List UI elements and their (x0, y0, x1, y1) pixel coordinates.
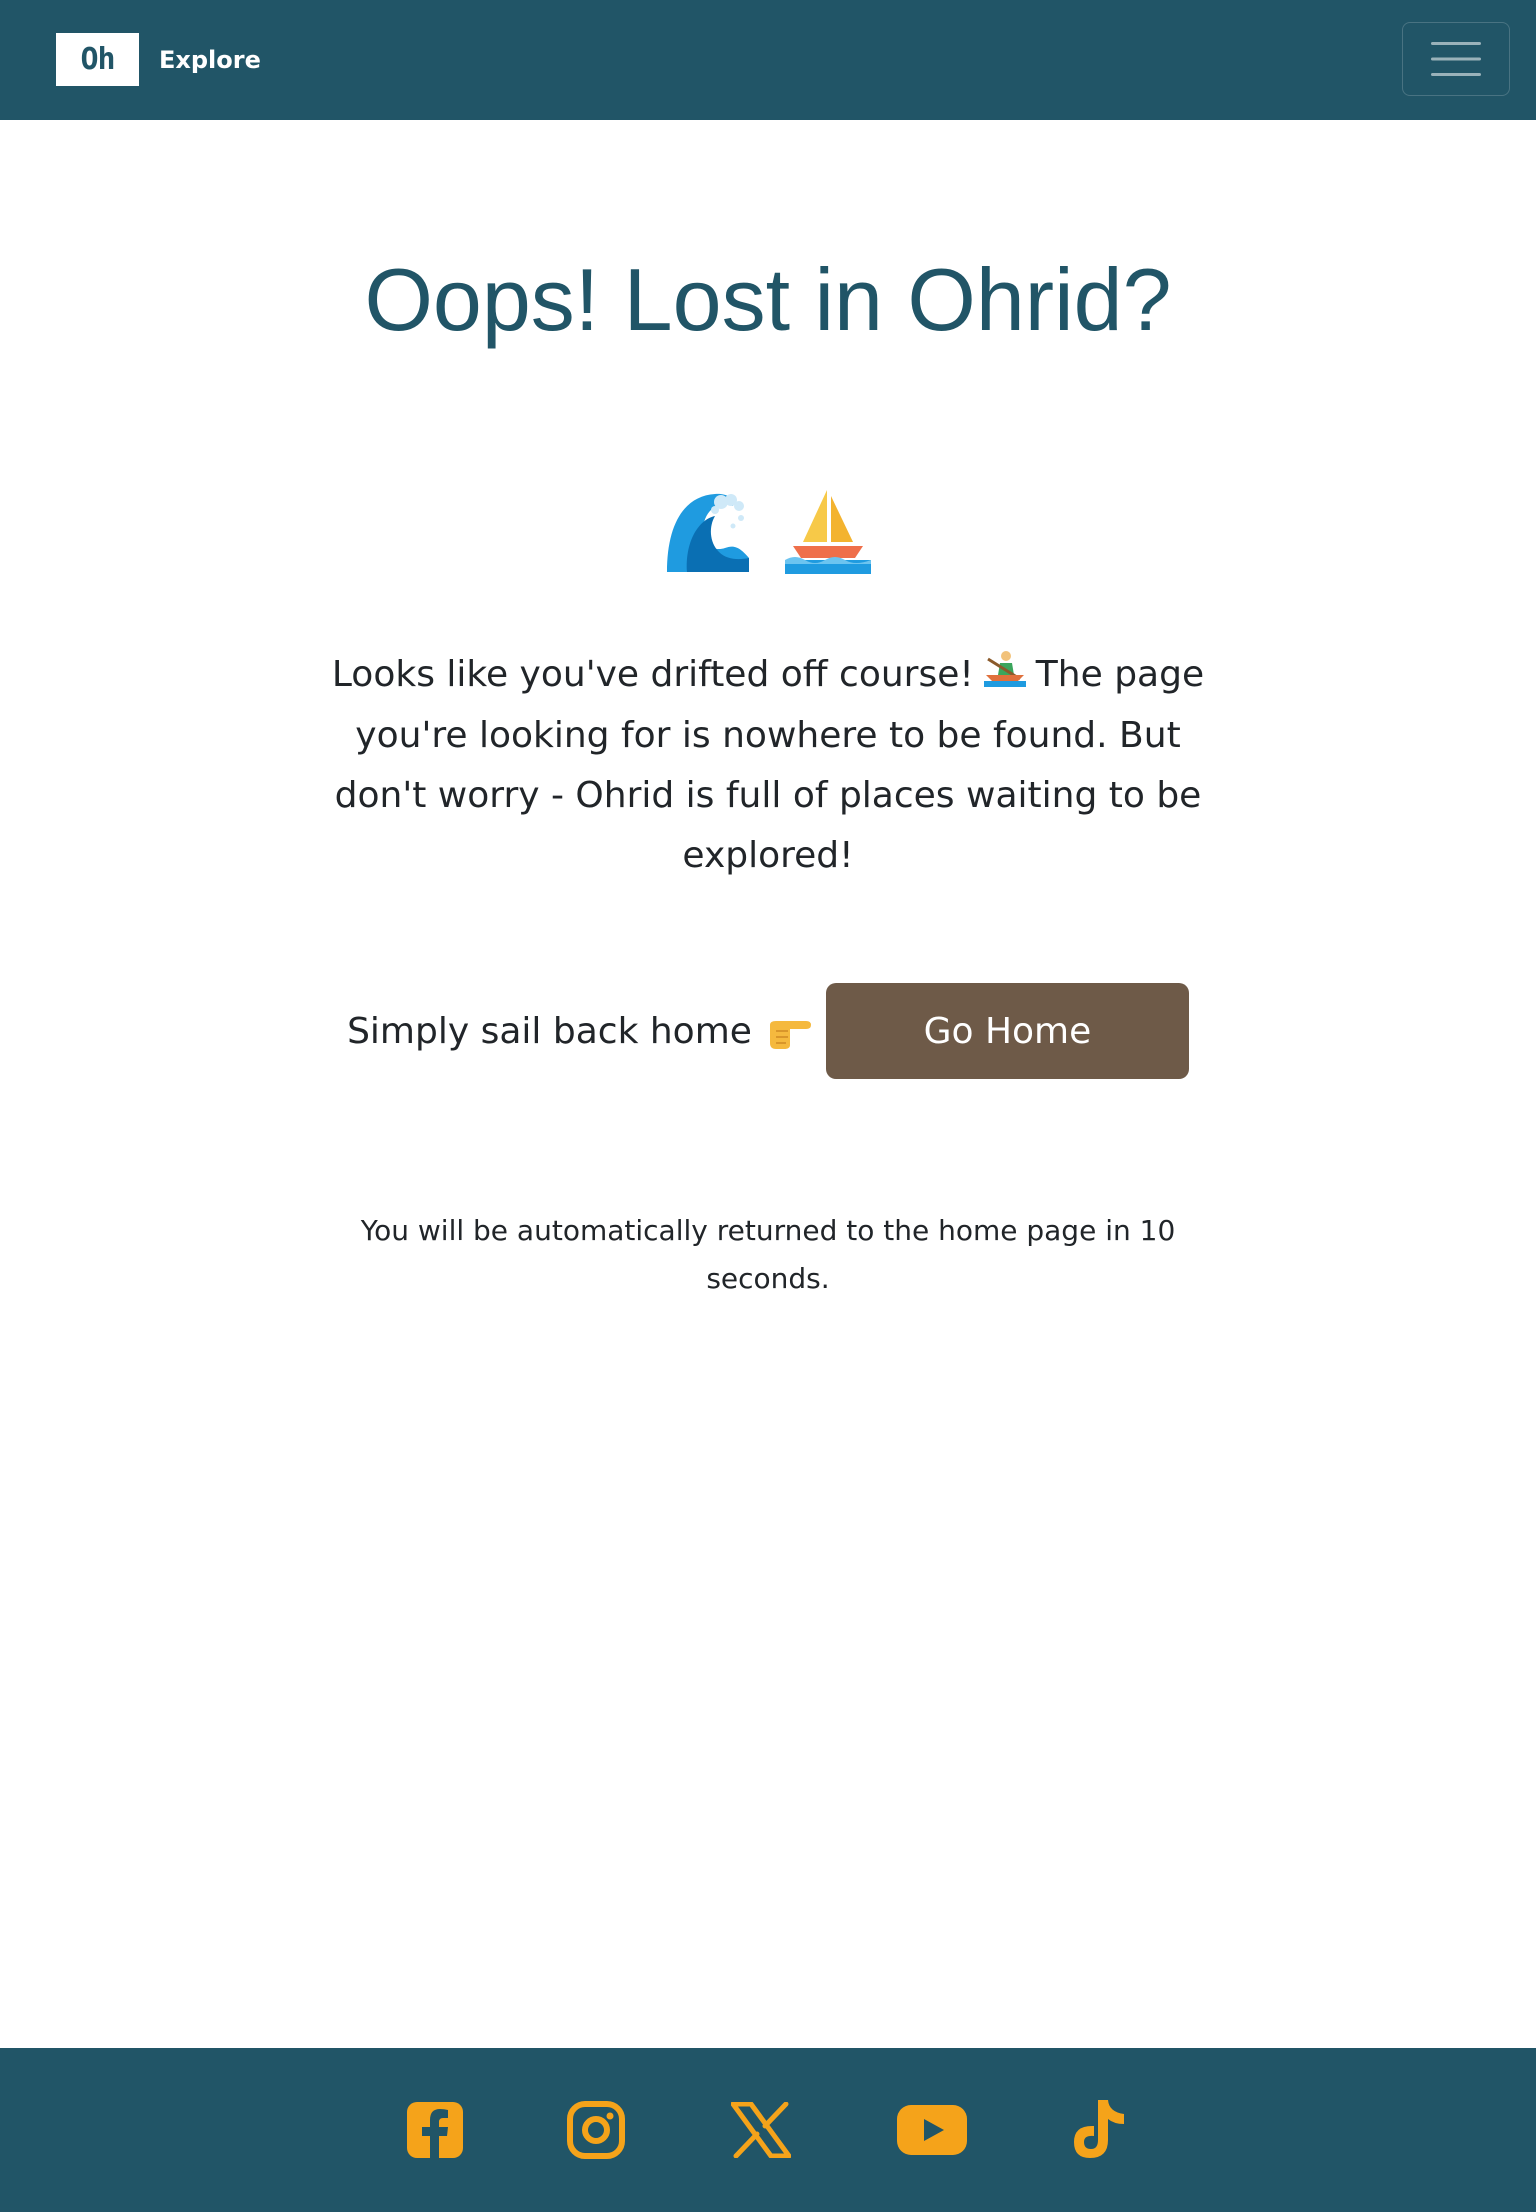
x-link[interactable] (726, 2095, 796, 2165)
brand-label: Explore (159, 45, 261, 74)
tiktok-link[interactable] (1063, 2095, 1133, 2165)
wave-icon (667, 493, 749, 572)
cta-row: Simply sail back home Go Home (0, 983, 1536, 1079)
menu-toggle-button[interactable] (1402, 22, 1510, 96)
youtube-link[interactable] (897, 2095, 967, 2165)
title-emoji-row (0, 486, 1536, 576)
redirect-note: You will be automatically returned to th… (360, 1214, 1176, 1295)
facebook-icon (407, 2102, 463, 2158)
top-navbar: Oh Explore (0, 0, 1536, 120)
tiktok-icon (1074, 2100, 1124, 2158)
sailboat-icon (785, 490, 871, 574)
youtube-icon (897, 2105, 967, 2155)
intro-paragraph: Looks like you've drifted off course! Th… (310, 645, 1226, 886)
brand-link[interactable]: Oh Explore (56, 33, 261, 86)
rowboat-icon (983, 646, 1026, 706)
facebook-link[interactable] (400, 2095, 470, 2165)
x-icon (731, 2102, 791, 2158)
pointing-right-icon (769, 1021, 811, 1049)
go-home-button[interactable]: Go Home (825, 983, 1189, 1079)
brand-logo: Oh (56, 33, 139, 86)
cta-text: Simply sail back home (347, 1011, 812, 1052)
page-title: Oops! Lost in Ohrid? (364, 250, 1172, 349)
instagram-link[interactable] (561, 2095, 631, 2165)
hamburger-icon (1431, 42, 1481, 76)
cta-label: Simply sail back home (347, 1010, 752, 1052)
intro-text-part1: Looks like you've drifted off course! (331, 654, 974, 695)
instagram-icon (567, 2101, 625, 2159)
